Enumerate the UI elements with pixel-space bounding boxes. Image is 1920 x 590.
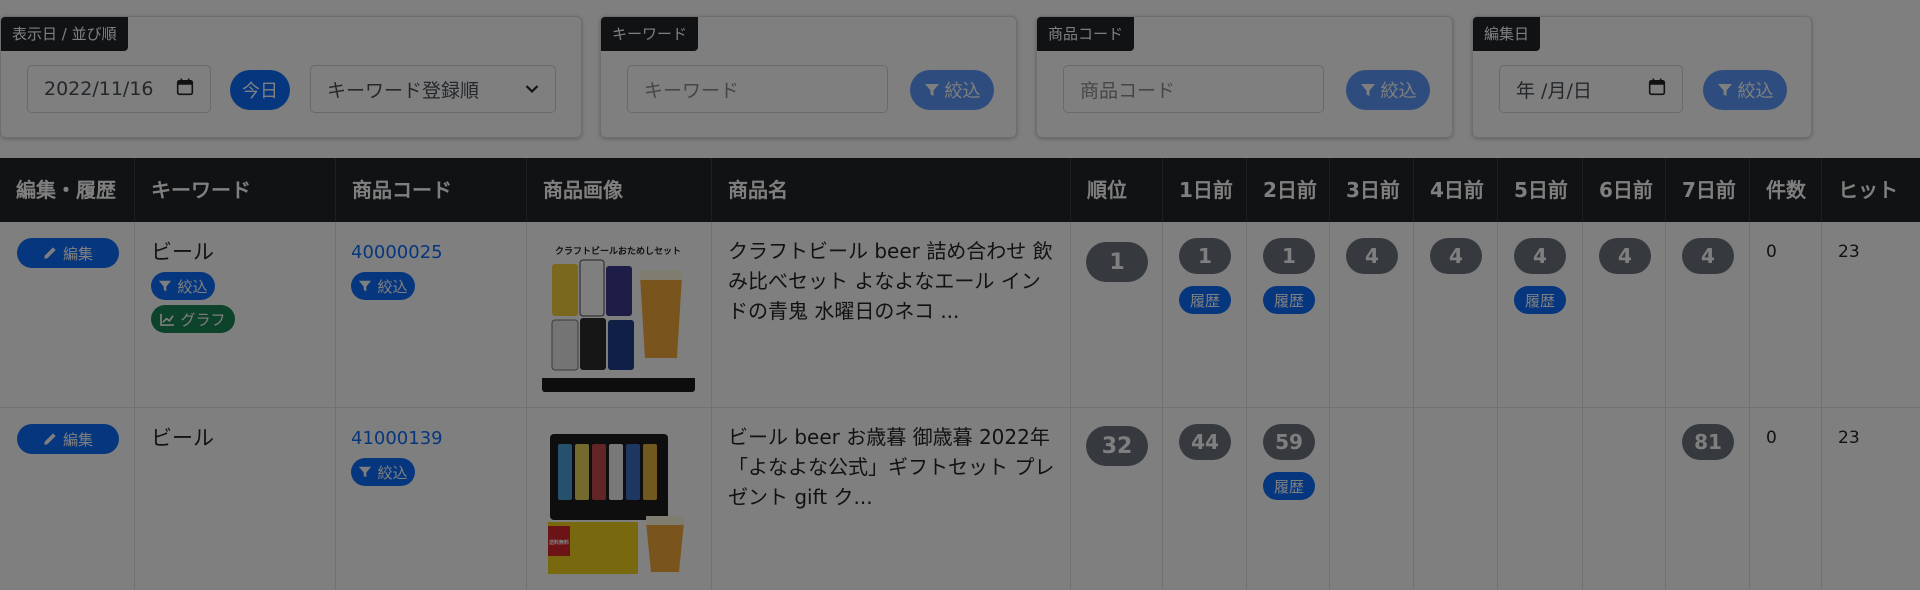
funnel-icon — [359, 280, 372, 292]
edit-date-panel: 編集日 年 /月/日 絞込 — [1472, 16, 1812, 138]
edit-button-label: 編集 — [62, 244, 93, 263]
header-day-6: 6日前 — [1583, 158, 1666, 222]
product-image[interactable]: クラフトビールおためしセット — [542, 240, 695, 392]
date-sort-tag: 表示日 / 並び順 — [1, 17, 128, 51]
header-day-4: 4日前 — [1414, 158, 1498, 222]
product-code-tag: 商品コード — [1037, 17, 1135, 51]
funnel-icon — [359, 466, 372, 478]
table-row: 編集 ビール 絞込 グラフ 40000025 絞込 クラフトビールおためしセット — [0, 222, 1920, 408]
display-date-input[interactable]: 2022/11/16 — [27, 65, 211, 113]
day-3-rank-badge: 4 — [1346, 238, 1398, 274]
pencil-icon — [44, 433, 56, 445]
header-count: 件数 — [1750, 158, 1822, 222]
edit-button[interactable]: 編集 — [17, 238, 119, 268]
day-5-rank-badge: 4 — [1514, 238, 1566, 274]
keyword-filter-label: 絞込 — [944, 81, 981, 102]
keyword-placeholder: キーワード — [644, 79, 740, 102]
funnel-icon — [1360, 84, 1375, 96]
today-button[interactable]: 今日 — [230, 70, 290, 110]
header-day-5: 5日前 — [1498, 158, 1583, 222]
pencil-icon — [44, 247, 56, 259]
product-code-panel: 商品コード 商品コード 絞込 — [1036, 16, 1453, 138]
day-1-history-button[interactable]: 履歴 — [1179, 286, 1231, 314]
date-sort-panel: 表示日 / 並び順 2022/11/16 今日 キーワード登録順 — [0, 16, 582, 138]
header-keyword: キーワード — [135, 158, 336, 222]
day-7-rank-badge: 4 — [1682, 238, 1734, 274]
header-hits: ヒット — [1838, 178, 1898, 202]
header-day-3: 3日前 — [1330, 158, 1414, 222]
day-7-rank-badge: 81 — [1682, 424, 1734, 460]
funnel-icon — [924, 84, 939, 96]
product-image-caption: クラフトビールおためしセット — [555, 245, 681, 257]
product-code-input[interactable]: 商品コード — [1063, 65, 1324, 113]
product-image[interactable]: 送料無料 — [542, 426, 695, 578]
product-code-filter-tag[interactable]: 絞込 — [351, 458, 415, 486]
sort-order-select[interactable]: キーワード登録順 — [310, 65, 556, 113]
header-edit-history: 編集・履歴 — [0, 158, 135, 222]
count-value: 0 — [1766, 428, 1777, 448]
edit-date-tag: 編集日 — [1473, 17, 1541, 51]
edit-button-label: 編集 — [62, 430, 93, 449]
product-code-filter-label: 絞込 — [1380, 81, 1417, 102]
display-date-value: 2022/11/16 — [44, 78, 154, 100]
day-2-rank-badge: 1 — [1263, 238, 1315, 274]
sort-order-value: キーワード登録順 — [327, 79, 480, 102]
day-2-history-button[interactable]: 履歴 — [1263, 472, 1315, 500]
header-day-1: 1日前 — [1163, 158, 1247, 222]
hits-value: 23 — [1838, 242, 1860, 262]
product-code-placeholder: 商品コード — [1080, 79, 1176, 102]
header-rank: 順位 — [1071, 158, 1163, 222]
edit-date-placeholder: 年 /月/日 — [1516, 79, 1592, 102]
keyword-tag: キーワード — [601, 17, 699, 51]
day-2-rank-badge: 59 — [1263, 424, 1315, 460]
product-image-caption: 送料無料 — [548, 539, 569, 546]
edit-button[interactable]: 編集 — [17, 424, 119, 454]
edit-date-input[interactable]: 年 /月/日 — [1499, 65, 1683, 113]
day-4-rank-badge: 4 — [1430, 238, 1482, 274]
filter-bar: 表示日 / 並び順 2022/11/16 今日 キーワード登録順 キーワード キ… — [0, 0, 1920, 150]
calendar-icon[interactable] — [1648, 78, 1666, 101]
funnel-icon — [1717, 84, 1732, 96]
rank-badge: 32 — [1086, 426, 1148, 466]
keyword-filter-tag[interactable]: 絞込 — [151, 272, 215, 300]
day-1-rank-badge: 1 — [1179, 238, 1231, 274]
day-6-rank-badge: 4 — [1599, 238, 1651, 274]
keyword-text: ビール — [151, 426, 214, 450]
hits-value: 23 — [1838, 428, 1860, 448]
header-product-name: 商品名 — [712, 158, 1071, 222]
day-5-history-button[interactable]: 履歴 — [1514, 286, 1566, 314]
keyword-text: ビール — [151, 240, 214, 264]
chart-line-icon — [160, 313, 175, 326]
product-code-link[interactable]: 41000139 — [351, 428, 443, 449]
keyword-input[interactable]: キーワード — [627, 65, 888, 113]
table-header: 編集・履歴 キーワード 商品コード 商品画像 商品名 順位 1日前 2日前 3日… — [0, 158, 1920, 222]
product-code-filter-tag[interactable]: 絞込 — [351, 272, 415, 300]
edit-date-filter-label: 絞込 — [1737, 81, 1774, 102]
day-2-history-button[interactable]: 履歴 — [1263, 286, 1315, 314]
chevron-down-icon — [525, 80, 539, 98]
keyword-filter-button[interactable]: 絞込 — [910, 70, 994, 110]
product-name: ビール beer お歳暮 御歳暮 2022年「よなよな公式」ギフトセット プレゼ… — [728, 425, 1055, 509]
header-product-image: 商品画像 — [527, 158, 712, 222]
funnel-icon — [159, 280, 172, 292]
rank-badge: 1 — [1086, 242, 1148, 282]
day-1-rank-badge: 44 — [1179, 424, 1231, 460]
table-row: 編集 ビール 41000139 絞込 送料無料 ビール beer お歳暮 御歳暮… — [0, 408, 1920, 590]
product-code-link[interactable]: 40000025 — [351, 242, 443, 263]
header-product-code: 商品コード — [336, 158, 527, 222]
count-value: 0 — [1766, 242, 1777, 262]
product-name: クラフトビール beer 詰め合わせ 飲み比べセット よなよなエール インドの青… — [728, 239, 1053, 323]
calendar-icon[interactable] — [176, 78, 194, 101]
edit-date-filter-button[interactable]: 絞込 — [1703, 70, 1787, 110]
header-day-2: 2日前 — [1247, 158, 1330, 222]
graph-button[interactable]: グラフ — [151, 305, 235, 333]
keyword-panel: キーワード キーワード 絞込 — [600, 16, 1017, 138]
product-code-filter-button[interactable]: 絞込 — [1346, 70, 1430, 110]
header-day-7: 7日前 — [1666, 158, 1750, 222]
